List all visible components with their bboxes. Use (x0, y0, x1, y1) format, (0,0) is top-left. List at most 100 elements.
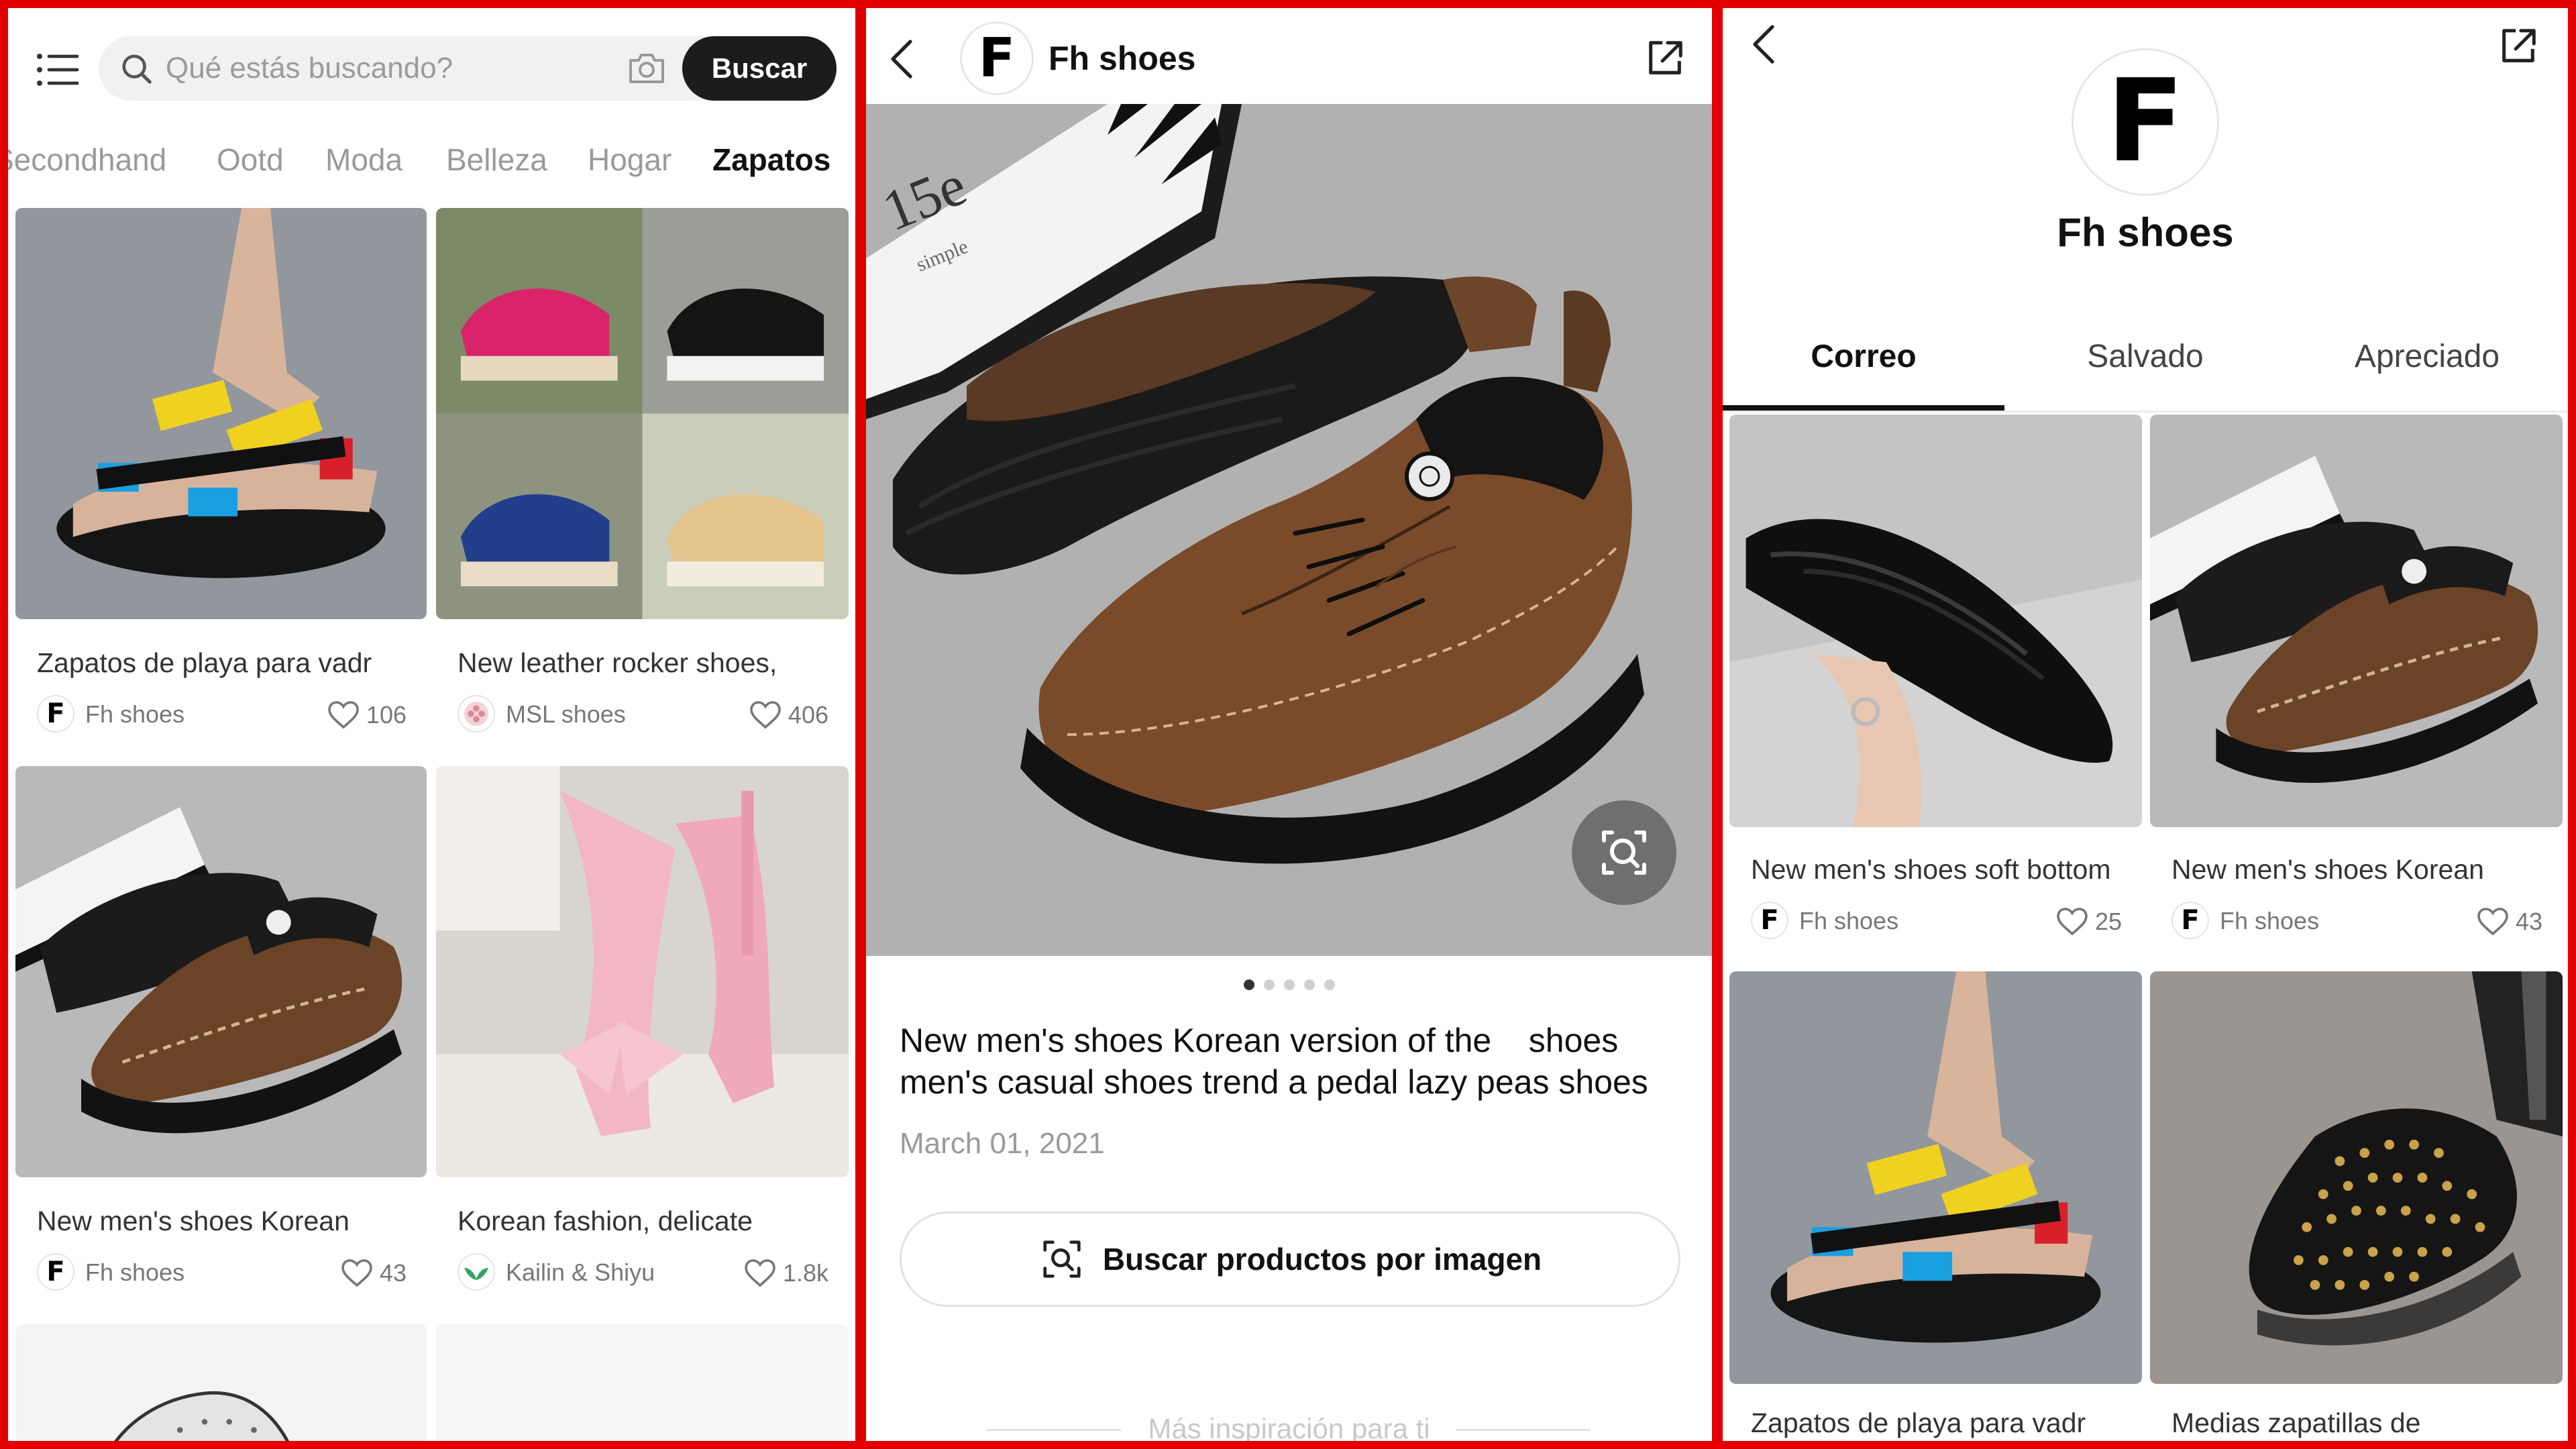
tab-salvado[interactable]: Salvado (2004, 323, 2286, 390)
like-count[interactable]: 406 (749, 700, 828, 730)
carousel-dot[interactable] (1243, 979, 1254, 990)
avatar[interactable]: F (37, 1253, 74, 1291)
profile-avatar[interactable]: F (2072, 48, 2219, 196)
post-meta: F Fh shoes 25 (1751, 902, 2122, 939)
post-title[interactable]: Korean fashion, delicate (458, 1205, 833, 1237)
tab-apreciado[interactable]: Apreciado (2286, 323, 2568, 390)
share-icon[interactable] (1644, 38, 1686, 79)
heart-icon[interactable] (744, 1258, 776, 1288)
tab-hogar[interactable]: Hogar (588, 140, 672, 180)
tab-zapatos[interactable]: Zapatos (712, 140, 830, 180)
search-icon (120, 52, 154, 86)
post-title[interactable]: Medias zapatillas de (2171, 1407, 2547, 1439)
feed-panel: Qué estás buscando? Buscar Secondhand Oo… (8, 8, 855, 1441)
post-title: New men's shoes Korean version of the sh… (900, 1022, 1648, 1101)
post-image[interactable] (2150, 971, 2563, 1384)
author-name[interactable]: Fh shoes (1799, 907, 1898, 935)
profile-tabs: Correo Salvado Apreciado (1723, 323, 2568, 413)
avatar[interactable]: F (37, 695, 74, 733)
post-card[interactable]: New men's shoes soft bottom F Fh shoes 2… (1729, 415, 2142, 958)
search-button[interactable]: Buscar (682, 36, 837, 101)
post-image[interactable] (15, 1324, 427, 1441)
profile-name: Fh shoes (2057, 210, 2234, 255)
menu-icon[interactable] (33, 44, 84, 95)
camera-icon[interactable] (627, 51, 667, 86)
search-by-image-button[interactable]: Buscar productos por imagen (900, 1212, 1680, 1307)
post-title[interactable]: New men's shoes Korean (37, 1205, 413, 1237)
heart-icon[interactable] (2056, 907, 2088, 936)
author-name[interactable]: Fh shoes (2220, 907, 2319, 935)
avatar[interactable] (458, 1253, 495, 1291)
post-title[interactable]: Zapatos de playa para vadr (1751, 1407, 2127, 1439)
post-title[interactable]: New leather rocker shoes, (458, 647, 833, 679)
post-meta: MSL shoes 406 (458, 695, 828, 733)
post-card[interactable] (15, 1324, 427, 1441)
post-image[interactable] (1729, 415, 2142, 827)
tab-secondhand[interactable]: Secondhand (8, 140, 166, 180)
image-search-icon (1043, 1240, 1081, 1278)
post-image[interactable] (436, 208, 849, 619)
tab-moda[interactable]: Moda (325, 140, 402, 180)
post-card[interactable]: Medias zapatillas de (2150, 971, 2563, 1441)
search-input[interactable]: Qué estás buscando? (166, 51, 453, 86)
post-meta: F Fh shoes 43 (2171, 902, 2542, 939)
post-card[interactable]: Korean fashion, delicate Kailin & Shiyu … (436, 766, 849, 1312)
post-title[interactable]: New men's shoes soft bottom (1751, 854, 2127, 885)
post-card[interactable]: New men's shoes Korean F Fh shoes 43 (15, 766, 427, 1312)
post-image[interactable] (2150, 415, 2563, 827)
heart-icon[interactable] (341, 1258, 373, 1288)
avatar[interactable]: F (960, 21, 1034, 95)
search-by-image-label: Buscar productos por imagen (1102, 1242, 1542, 1277)
carousel-dot[interactable] (1324, 979, 1335, 990)
carousel-dot[interactable] (1263, 979, 1275, 990)
avatar[interactable] (458, 695, 495, 733)
post-title[interactable]: Zapatos de playa para vadr (37, 647, 413, 679)
post-meta: Kailin & Shiyu 1.8k (458, 1253, 828, 1291)
like-count[interactable]: 1.8k (744, 1258, 828, 1288)
author-name[interactable]: Fh shoes (1049, 39, 1195, 78)
post-image[interactable] (15, 208, 427, 619)
post-header: F Fh shoes (866, 8, 1712, 107)
post-card[interactable]: New leather rocker shoes, MSL shoes 406 (436, 208, 849, 754)
carousel-dot[interactable] (1303, 979, 1315, 990)
post-image[interactable] (436, 766, 849, 1177)
tab-belleza[interactable]: Belleza (446, 140, 547, 180)
search-header: Qué estás buscando? Buscar (8, 8, 855, 122)
like-count[interactable]: 43 (341, 1258, 407, 1288)
back-icon[interactable] (1750, 23, 1779, 66)
back-icon[interactable] (888, 38, 917, 80)
post-card[interactable]: Zapatos de playa para vadr F Fh shoes 10… (15, 208, 427, 754)
post-image[interactable] (436, 1324, 849, 1441)
search-bar[interactable]: Qué estás buscando? Buscar (99, 36, 837, 101)
like-count[interactable]: 43 (2477, 907, 2542, 936)
tab-correo[interactable]: Correo (1723, 323, 2004, 390)
post-image[interactable] (15, 766, 427, 1177)
heart-icon[interactable] (327, 700, 360, 730)
author-name[interactable]: Kailin & Shiyu (506, 1258, 655, 1287)
heart-icon[interactable] (749, 700, 782, 730)
post-image[interactable] (1729, 971, 2142, 1384)
avatar[interactable]: F (2171, 902, 2209, 939)
author-name[interactable]: MSL shoes (506, 700, 626, 729)
like-count[interactable]: 106 (327, 700, 407, 730)
post-hero-image[interactable]: 15e simple (866, 104, 1712, 956)
like-count[interactable]: 25 (2056, 907, 2122, 936)
tab-ootd[interactable]: Ootd (217, 140, 284, 180)
post-meta: F Fh shoes 106 (37, 695, 407, 733)
post-card[interactable] (436, 1324, 849, 1441)
post-title[interactable]: New men's shoes Korean (2171, 854, 2547, 885)
avatar[interactable]: F (1751, 902, 1788, 939)
image-search-lens-button[interactable] (1572, 800, 1676, 905)
profile-panel: F Fh shoes Correo Salvado Apreciado New … (1723, 8, 2568, 1441)
share-icon[interactable] (2498, 25, 2539, 67)
post-card[interactable]: New men's shoes Korean F Fh shoes 43 (2150, 415, 2563, 958)
post-date: March 01, 2021 (900, 1127, 1105, 1160)
author-name[interactable]: Fh shoes (85, 1258, 184, 1287)
category-tabs: Secondhand Ootd Moda Belleza Hogar Zapat… (8, 140, 855, 186)
post-card[interactable]: Zapatos de playa para vadr (1729, 971, 2142, 1441)
author-name[interactable]: Fh shoes (85, 700, 184, 729)
active-tab-indicator (1723, 405, 2004, 411)
carousel-dot[interactable] (1283, 979, 1295, 990)
heart-icon[interactable] (2477, 907, 2509, 936)
post-detail-panel: F Fh shoes 15e simple New men's shoes Ko… (866, 8, 1712, 1441)
